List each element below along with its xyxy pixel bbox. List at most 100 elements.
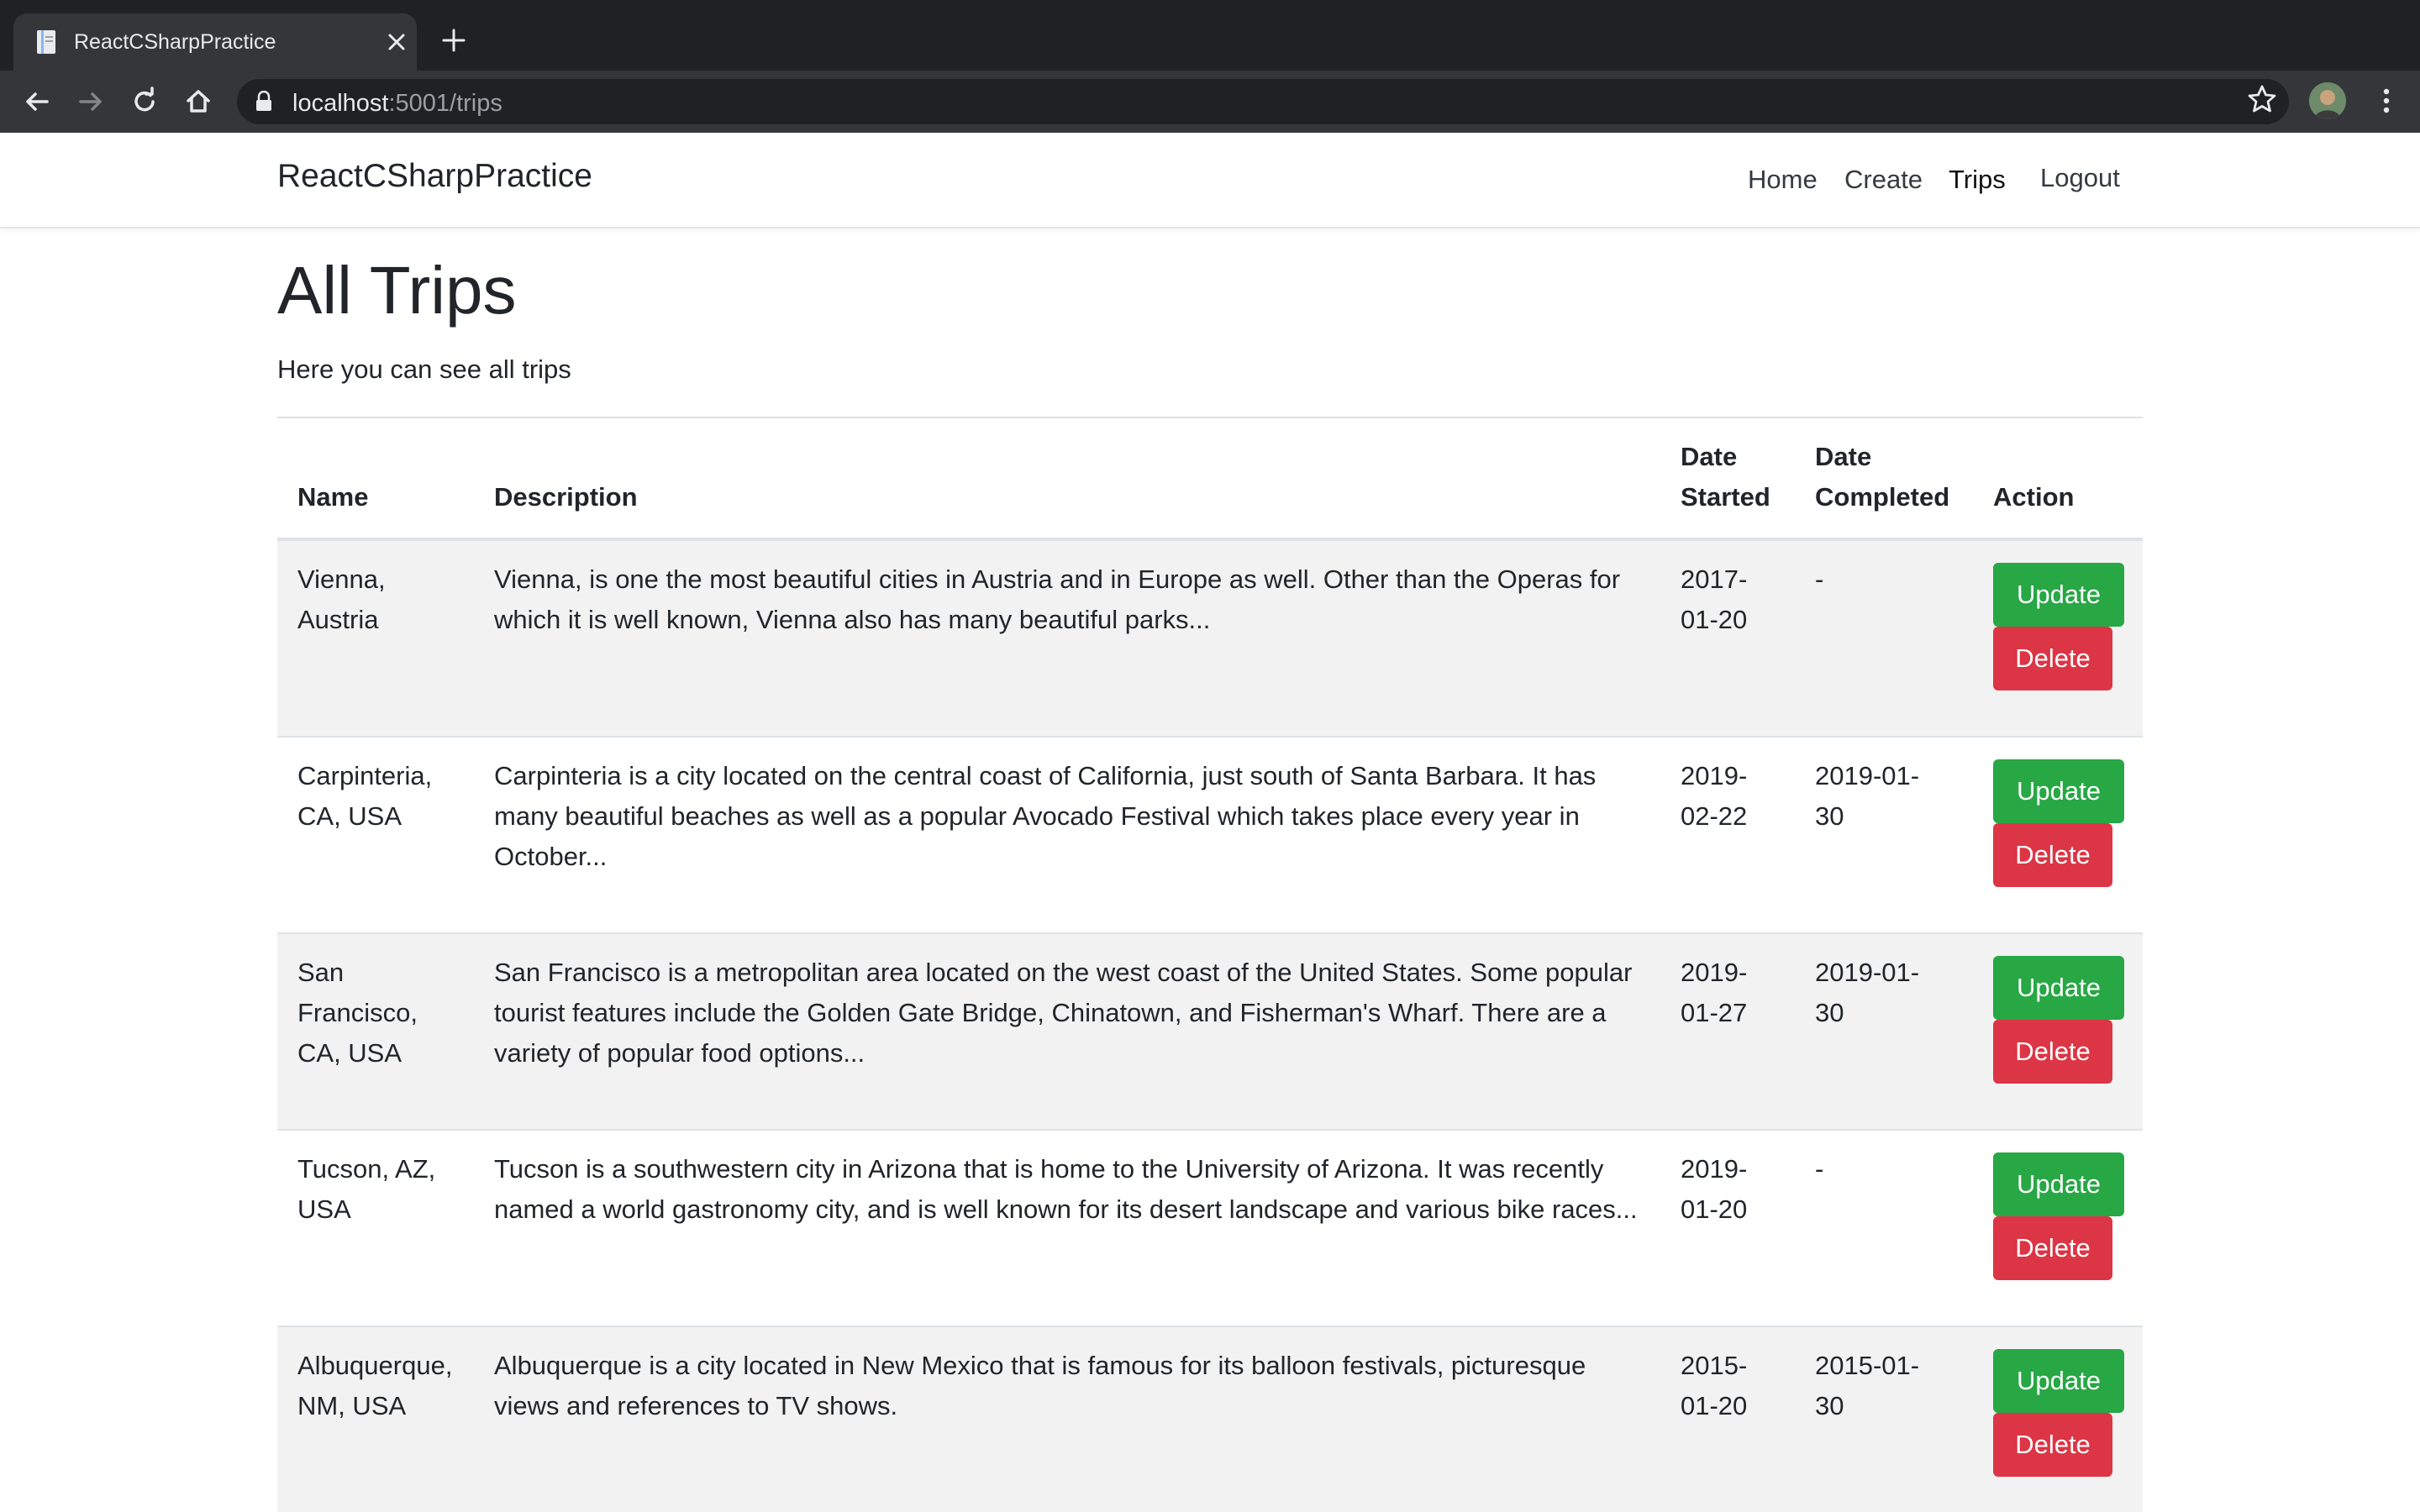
cell-date-line: 2019- — [1681, 761, 1748, 790]
page-subtitle: Here you can see all trips — [277, 354, 571, 384]
cell-name-line: Tucson, AZ, — [297, 1154, 436, 1184]
cell-name-line: Carpinteria, — [297, 761, 433, 790]
header-description: Description — [494, 482, 638, 512]
nav-link-home[interactable]: Home — [1748, 165, 1818, 195]
header-date-completed-line1: Date — [1815, 442, 1872, 471]
cell-date-started: 2015- 01-20 — [1681, 1346, 1798, 1426]
browser-tab[interactable]: ReactCSharpPractice — [13, 13, 417, 71]
lock-icon — [256, 91, 271, 111]
profile-avatar[interactable] — [2309, 82, 2346, 119]
cell-date-line: 2015- — [1681, 1351, 1748, 1380]
back-arrow-icon[interactable] — [20, 85, 54, 118]
delete-button[interactable]: Delete — [1993, 1216, 2112, 1280]
star-bookmark-icon[interactable] — [2245, 82, 2279, 116]
update-button[interactable]: Update — [1993, 1152, 2124, 1216]
cell-description-line: variety of popular food options... — [494, 1038, 865, 1068]
cell-date-line: - — [1815, 564, 1824, 594]
update-button[interactable]: Update — [1993, 956, 2124, 1020]
cell-date-line: 01-27 — [1681, 998, 1748, 1027]
cell-name-line: Albuquerque, — [297, 1351, 453, 1380]
table-row: Tucson, AZ, USA Tucson is a southwestern… — [277, 1131, 2143, 1327]
delete-button[interactable]: Delete — [1993, 627, 2112, 690]
cell-name: Albuquerque, NM, USA — [297, 1346, 474, 1426]
nav-link-logout[interactable]: Logout — [2040, 163, 2120, 193]
cell-name-line: CA, USA — [297, 1038, 402, 1068]
cell-date-line: - — [1815, 1154, 1824, 1184]
document-icon — [37, 30, 55, 54]
header-date-completed-line2: Completed — [1815, 482, 1950, 512]
reload-icon[interactable] — [128, 85, 161, 118]
cell-date-line: 30 — [1815, 998, 1844, 1027]
address-bar[interactable]: localhost:5001/trips — [237, 79, 2289, 124]
header-action: Action — [1993, 482, 2075, 512]
header-date-started-line2: Started — [1681, 482, 1770, 512]
cell-date-completed: 2019-01- 30 — [1815, 953, 1949, 1033]
nav-link-create[interactable]: Create — [1844, 165, 1923, 195]
cell-name-line: CA, USA — [297, 801, 402, 831]
nav-link-trips[interactable]: Trips — [1949, 165, 2006, 195]
cell-date-line: 30 — [1815, 1391, 1844, 1420]
more-vert-icon[interactable] — [2370, 84, 2403, 118]
tab-title: ReactCSharpPractice — [74, 30, 276, 54]
cell-date-line: 2019-01- — [1815, 761, 1920, 790]
cell-date-started: 2019- 02-22 — [1681, 756, 1798, 837]
cell-name-line: NM, USA — [297, 1391, 407, 1420]
table-row: Carpinteria, CA, USA Carpinteria is a ci… — [277, 738, 2143, 934]
cell-name: Vienna, Austria — [297, 559, 474, 640]
page-title: All Trips — [277, 253, 517, 328]
delete-button[interactable]: Delete — [1993, 1020, 2112, 1084]
cell-name-line: Francisco, — [297, 998, 418, 1027]
cell-date-line: 2019-01- — [1815, 958, 1920, 987]
url-path: :5001/trips — [388, 90, 502, 117]
url-host: localhost — [292, 90, 389, 117]
cell-date-started: 2017- 01-20 — [1681, 559, 1798, 640]
cell-date-line: 01-20 — [1681, 605, 1748, 634]
url-text: localhost:5001/trips — [292, 90, 502, 118]
avatar-image — [2309, 82, 2346, 119]
cell-name-line: San — [297, 958, 345, 987]
new-tab-plus-icon[interactable] — [437, 24, 471, 57]
cell-date-line: 2015-01- — [1815, 1351, 1920, 1380]
cell-date-completed: 2015-01- 30 — [1815, 1346, 1949, 1426]
forward-arrow-icon[interactable] — [74, 85, 108, 118]
cell-date-started: 2019- 01-20 — [1681, 1149, 1798, 1230]
header-name: Name — [297, 482, 369, 512]
cell-name: San Francisco, CA, USA — [297, 953, 474, 1074]
cell-date-completed: - — [1815, 559, 1949, 600]
cell-date-line: 02-22 — [1681, 801, 1748, 831]
close-icon[interactable] — [380, 25, 413, 59]
home-icon[interactable] — [182, 85, 215, 118]
cell-name: Tucson, AZ, USA — [297, 1149, 474, 1230]
cell-date-line: 2019- — [1681, 958, 1748, 987]
cell-name: Carpinteria, CA, USA — [297, 756, 474, 837]
cell-date-line: 30 — [1815, 801, 1844, 831]
divider — [277, 417, 2143, 418]
cell-name-line: Austria — [297, 605, 379, 634]
delete-button[interactable]: Delete — [1993, 823, 2112, 887]
table-row: Albuquerque, NM, USA Albuquerque is a ci… — [277, 1327, 2143, 1512]
browser-tabstrip: ReactCSharpPractice — [0, 0, 2420, 71]
update-button[interactable]: Update — [1993, 563, 2124, 627]
update-button[interactable]: Update — [1993, 759, 2124, 823]
cell-name-line: Vienna, — [297, 564, 386, 594]
cell-date-started: 2019- 01-27 — [1681, 953, 1798, 1033]
cell-date-line: 01-20 — [1681, 1194, 1748, 1224]
update-button[interactable]: Update — [1993, 1349, 2124, 1413]
browser-toolbar: localhost:5001/trips — [0, 71, 2420, 133]
header-date-started: Date Started — [1681, 437, 1770, 517]
table-row: Vienna, Austria Vienna, is one the most … — [277, 541, 2143, 738]
header-date-completed: Date Completed — [1815, 437, 1949, 517]
cell-description-line: October... — [494, 842, 608, 871]
cell-date-line: 2017- — [1681, 564, 1748, 594]
cell-date-completed: 2019-01- 30 — [1815, 756, 1949, 837]
delete-button[interactable]: Delete — [1993, 1413, 2112, 1477]
header-date-started-line1: Date — [1681, 442, 1738, 471]
table-row: San Francisco, CA, USA San Francisco is … — [277, 934, 2143, 1131]
cell-date-line: 01-20 — [1681, 1391, 1748, 1420]
navbar-brand[interactable]: ReactCSharpPractice — [277, 158, 592, 195]
app-navbar: ReactCSharpPractice Home Create Trips Lo… — [0, 133, 2420, 228]
cell-name-line: USA — [297, 1194, 351, 1224]
trips-table-header: Name Description Date Started Date Compl… — [277, 420, 2143, 541]
cell-date-completed: - — [1815, 1149, 1949, 1189]
cell-date-line: 2019- — [1681, 1154, 1748, 1184]
